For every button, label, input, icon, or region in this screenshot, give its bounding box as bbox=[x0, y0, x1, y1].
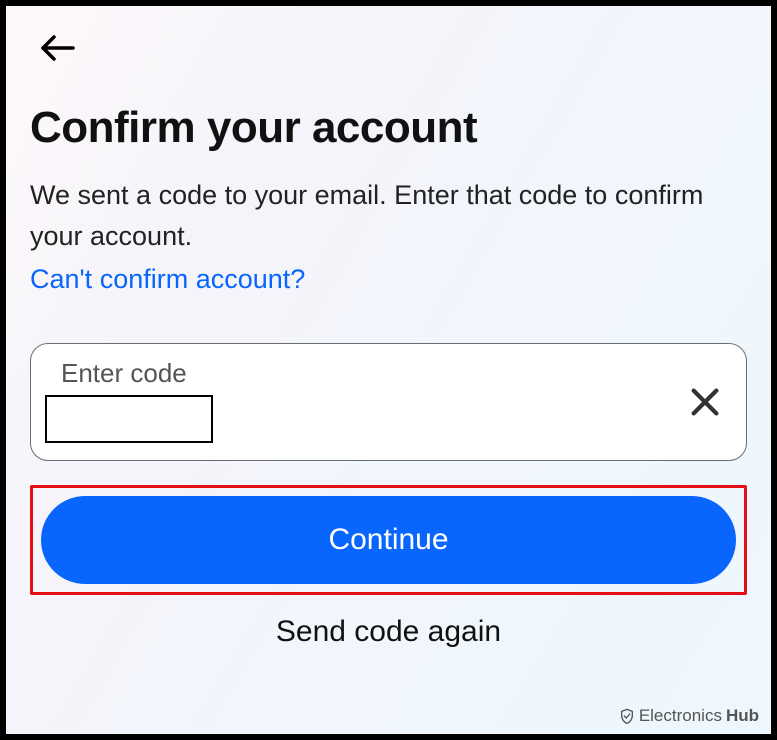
cant-confirm-link[interactable]: Can't confirm account? bbox=[30, 264, 305, 295]
continue-button[interactable]: Continue bbox=[41, 496, 736, 584]
code-input[interactable] bbox=[45, 395, 213, 443]
code-input-label: Enter code bbox=[61, 358, 722, 389]
instruction-text: We sent a code to your email. Enter that… bbox=[30, 175, 747, 256]
continue-highlight-box: Continue bbox=[30, 485, 747, 595]
back-arrow-icon[interactable] bbox=[40, 34, 76, 62]
page-title: Confirm your account bbox=[30, 103, 747, 153]
send-code-again-button[interactable]: Send code again bbox=[30, 615, 747, 649]
screen-container: Confirm your account We sent a code to y… bbox=[0, 0, 777, 740]
close-icon[interactable] bbox=[688, 385, 722, 419]
back-row bbox=[40, 34, 747, 67]
shield-icon bbox=[619, 707, 635, 725]
watermark: Electronics Hub bbox=[619, 706, 759, 726]
code-input-container[interactable]: Enter code bbox=[30, 343, 747, 461]
watermark-brand-sub: Hub bbox=[726, 706, 759, 726]
watermark-brand-main: Electronics bbox=[639, 706, 722, 726]
